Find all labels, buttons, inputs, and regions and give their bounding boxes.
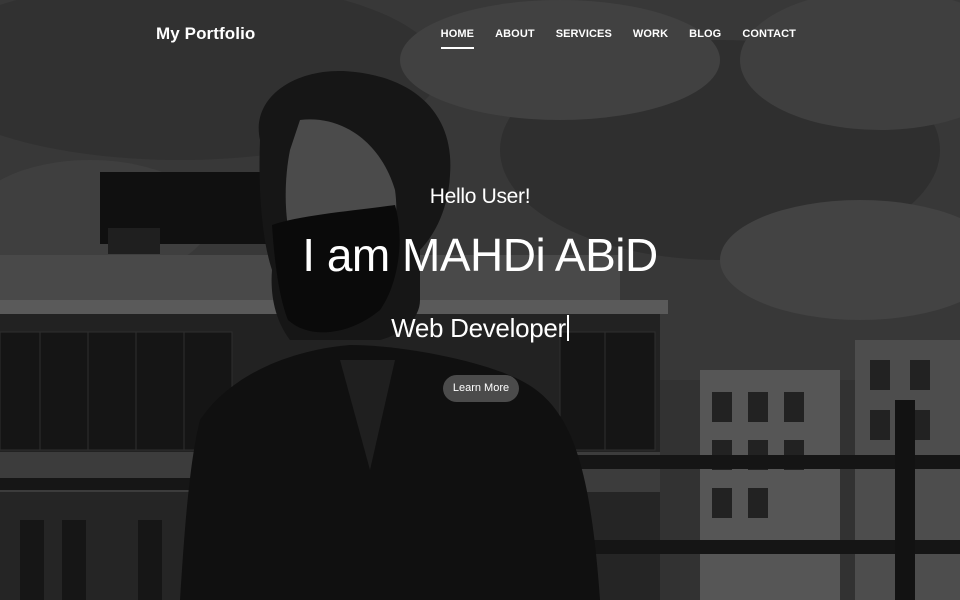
typing-cursor	[566, 315, 569, 341]
nav-item-services[interactable]: SERVICES	[556, 28, 612, 40]
navbar: My Portfolio HOME ABOUT SERVICES WORK BL…	[0, 0, 960, 68]
hero-section: My Portfolio HOME ABOUT SERVICES WORK BL…	[0, 0, 960, 600]
nav-menu: HOME ABOUT SERVICES WORK BLOG CONTACT	[420, 28, 796, 49]
typed-role-text: Web Developer	[391, 313, 566, 343]
nav-item-contact[interactable]: CONTACT	[742, 28, 796, 40]
nav-item-work[interactable]: WORK	[633, 28, 668, 40]
hero-greeting: Hello User!	[429, 185, 531, 208]
learn-more-button[interactable]: Learn More	[443, 375, 519, 402]
nav-item-home[interactable]: HOME	[440, 28, 475, 49]
hero-role: Web Developer	[0, 313, 960, 344]
nav-item-blog[interactable]: BLOG	[689, 28, 721, 40]
hero-name: I am MAHDi ABiD	[302, 229, 658, 281]
nav-item-about[interactable]: ABOUT	[495, 28, 535, 40]
dark-overlay	[0, 0, 960, 600]
brand-logo[interactable]: My Portfolio	[156, 24, 255, 44]
